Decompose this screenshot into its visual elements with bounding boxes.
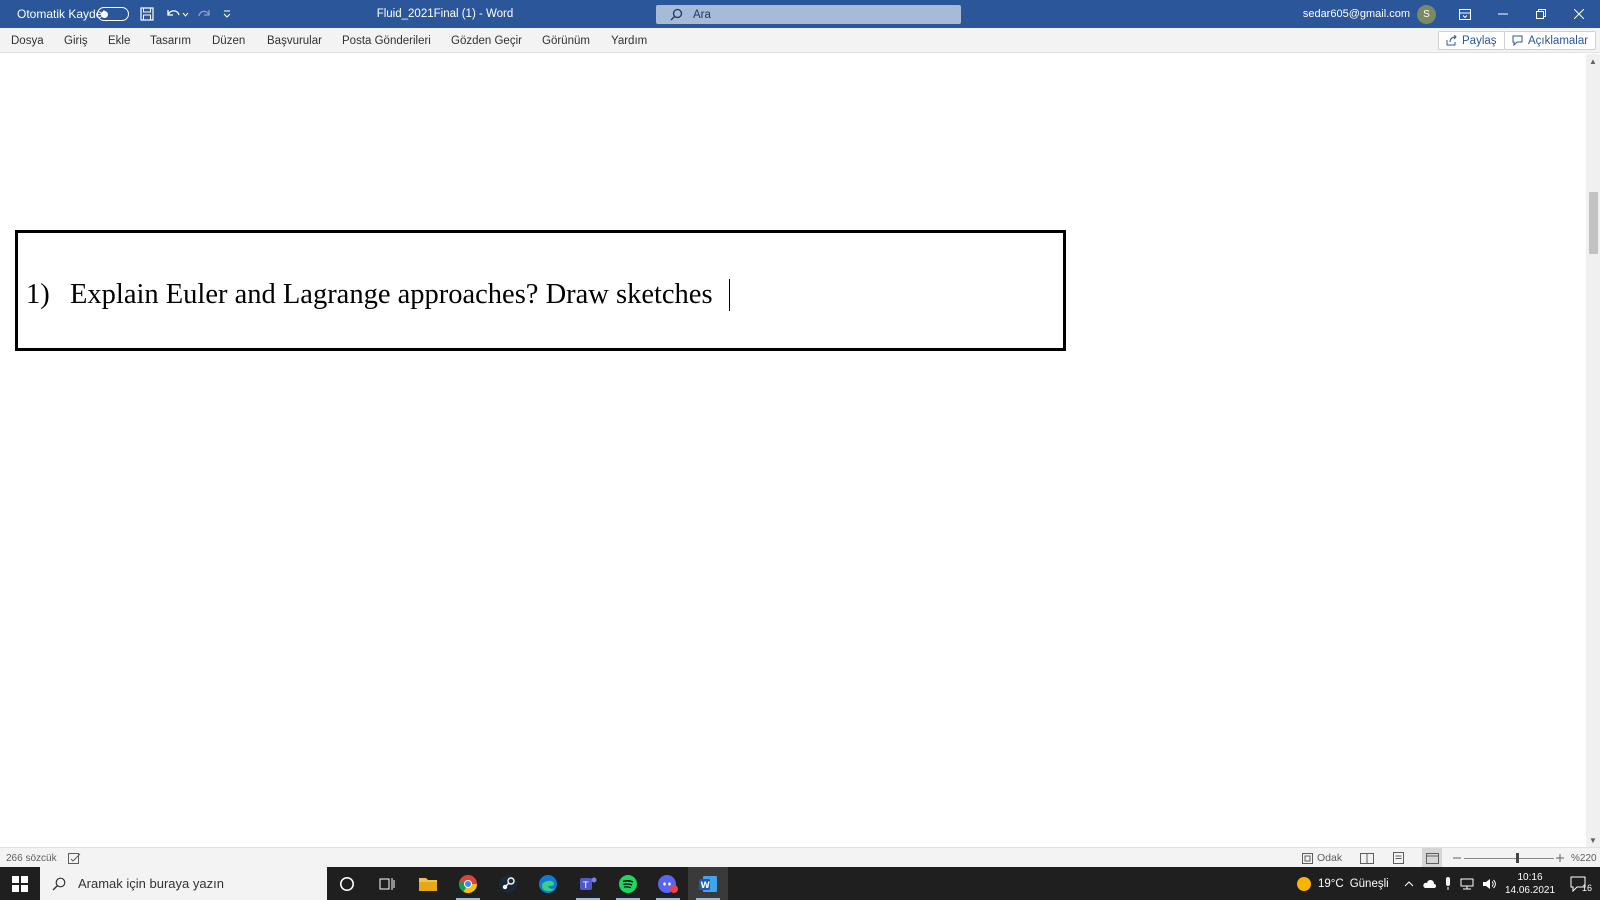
search-icon	[52, 877, 66, 890]
save-icon[interactable]	[138, 0, 156, 28]
svg-text:T: T	[582, 881, 589, 891]
tab-references[interactable]: Başvurular	[267, 28, 322, 53]
document-title: Fluid_2021Final (1) - Word	[376, 8, 514, 20]
share-icon	[1446, 35, 1457, 46]
comment-icon	[1512, 35, 1523, 46]
volume-icon[interactable]	[1482, 878, 1496, 890]
focus-icon	[1302, 852, 1313, 864]
scroll-down-icon[interactable]: ▼	[1586, 833, 1600, 847]
clock-date: 14.06.2021	[1504, 884, 1556, 896]
tab-mailings[interactable]: Posta Gönderileri	[342, 28, 431, 53]
focus-button[interactable]: Odak	[1302, 848, 1342, 868]
svg-text:W: W	[701, 881, 711, 891]
tab-home[interactable]: Giriş	[64, 28, 88, 53]
discord-icon[interactable]	[648, 867, 688, 900]
ribbon-display-options-icon[interactable]	[1446, 0, 1484, 28]
tab-review[interactable]: Gözden Geçir	[451, 28, 522, 53]
question-line: 1) Explain Euler and Lagrange approaches…	[26, 279, 731, 311]
account-email[interactable]: sedar605@gmail.com	[1290, 0, 1410, 28]
cortana-icon[interactable]	[327, 867, 367, 900]
word-icon[interactable]: W	[688, 867, 728, 900]
weather-temp: 19°C	[1318, 877, 1344, 890]
toggle-knob	[101, 10, 108, 18]
tab-layout[interactable]: Düzen	[212, 28, 245, 53]
scroll-up-icon[interactable]: ▲	[1586, 54, 1600, 68]
tab-help[interactable]: Yardım	[611, 28, 647, 53]
zoom-handle[interactable]	[1516, 853, 1519, 863]
print-layout-icon[interactable]	[1393, 848, 1404, 868]
search-icon	[670, 8, 683, 21]
status-bar: 266 sözcük Odak %220	[0, 847, 1600, 868]
taskbar: Aramak için buraya yazın T W 19°C Güneşl…	[0, 867, 1600, 900]
taskbar-search-placeholder: Aramak için buraya yazın	[78, 876, 224, 891]
system-tray	[1404, 867, 1496, 900]
comments-button[interactable]: Açıklamalar	[1504, 31, 1597, 50]
proofing-icon[interactable]	[68, 848, 81, 868]
word-count[interactable]: 266 sözcük	[6, 848, 57, 868]
zoom-in-icon[interactable]	[1556, 848, 1564, 868]
search-box[interactable]: Ara	[656, 5, 961, 24]
network-icon[interactable]	[1460, 878, 1474, 890]
search-placeholder: Ara	[693, 8, 711, 21]
teams-icon[interactable]: T	[568, 867, 608, 900]
zoom-slider[interactable]	[1464, 848, 1554, 868]
chevron-up-icon[interactable]	[1404, 879, 1414, 889]
onedrive-icon[interactable]	[1422, 879, 1436, 889]
tab-view[interactable]: Görünüm	[542, 28, 590, 53]
weather-widget[interactable]: 19°C Güneşli	[1296, 867, 1389, 900]
notification-center-icon[interactable]: 16	[1562, 867, 1600, 900]
close-icon[interactable]	[1560, 0, 1598, 28]
task-view-icon[interactable]	[367, 867, 407, 900]
sun-icon	[1297, 876, 1311, 891]
read-mode-icon[interactable]	[1360, 848, 1374, 868]
comments-label: Açıklamalar	[1528, 34, 1589, 47]
taskbar-search[interactable]: Aramak için buraya yazın	[40, 867, 327, 900]
vertical-scrollbar[interactable]: ▲ ▼	[1586, 54, 1600, 847]
redo-icon[interactable]	[196, 0, 214, 28]
text-cursor	[728, 279, 731, 311]
restore-icon[interactable]	[1522, 0, 1560, 28]
question-text: Explain Euler and Lagrange approaches? D…	[70, 279, 713, 310]
tab-insert[interactable]: Ekle	[108, 28, 130, 53]
share-label: Paylaş	[1462, 34, 1497, 47]
autosave-label: Otomatik Kaydet	[17, 7, 106, 21]
undo-icon[interactable]	[163, 0, 191, 28]
zoom-level[interactable]: %220	[1571, 848, 1597, 868]
autosave-toggle[interactable]	[97, 7, 129, 21]
ribbon-tabs: Dosya Giriş Ekle Tasarım Düzen Başvurula…	[0, 28, 1600, 53]
tab-design[interactable]: Tasarım	[150, 28, 191, 53]
chrome-icon[interactable]	[448, 867, 488, 900]
tab-file[interactable]: Dosya	[11, 28, 44, 53]
title-bar: Otomatik Kaydet Fluid_2021Final (1) - Wo…	[0, 0, 1600, 28]
minimize-icon[interactable]	[1484, 0, 1522, 28]
scroll-thumb[interactable]	[1589, 192, 1598, 254]
zoom-out-icon[interactable]	[1453, 848, 1461, 868]
microphone-icon[interactable]	[1444, 876, 1452, 891]
windows-start-icon[interactable]	[0, 867, 40, 900]
clock-time: 10:16	[1517, 871, 1543, 883]
spotify-icon[interactable]	[608, 867, 648, 900]
focus-label: Odak	[1317, 852, 1343, 864]
edge-icon[interactable]	[528, 867, 568, 900]
document-canvas[interactable]: 1) Explain Euler and Lagrange approaches…	[0, 54, 1586, 847]
customize-toolbar-icon[interactable]	[220, 0, 234, 28]
file-explorer-icon[interactable]	[408, 867, 448, 900]
steam-icon[interactable]	[488, 867, 528, 900]
weather-text: Güneşli	[1349, 877, 1389, 890]
web-layout-icon[interactable]	[1422, 848, 1442, 868]
question-number: 1)	[26, 279, 50, 310]
share-button[interactable]: Paylaş	[1438, 31, 1505, 50]
question-box[interactable]: 1) Explain Euler and Lagrange approaches…	[15, 230, 1066, 351]
zoom-track-line	[1464, 858, 1554, 859]
clock[interactable]: 10:16 14.06.2021	[1500, 867, 1560, 900]
avatar[interactable]: S	[1417, 5, 1436, 24]
notification-count: 16	[1581, 882, 1592, 893]
